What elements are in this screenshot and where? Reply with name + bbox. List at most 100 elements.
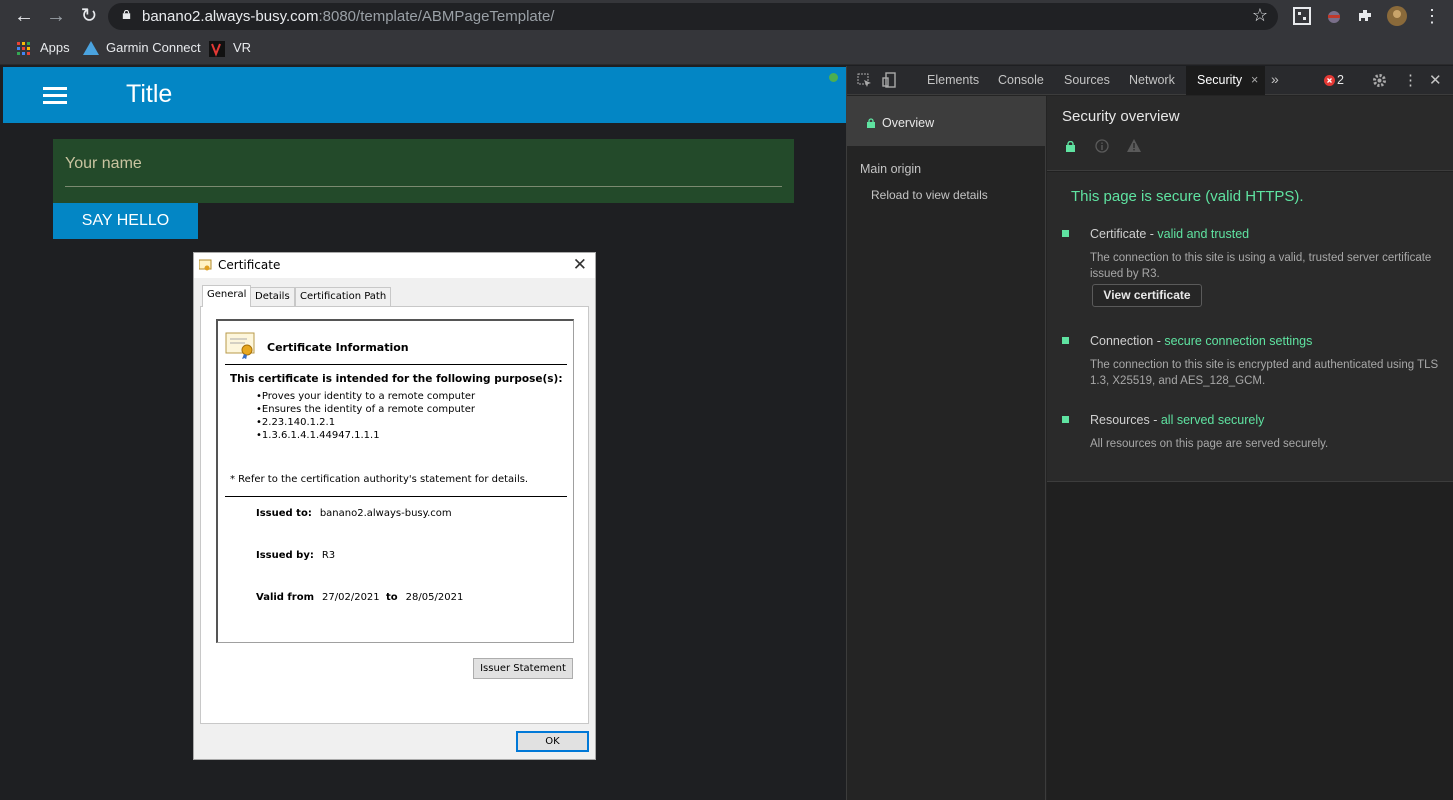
list-item: 1.3.6.1.4.1.44947.1.1.1 — [256, 429, 475, 442]
sidebar-item-label: Overview — [882, 116, 935, 130]
devtools-tabbar: Elements Console Sources Network Securit… — [847, 66, 1453, 95]
tab-details[interactable]: Details — [250, 287, 295, 306]
close-tab-icon[interactable]: × — [1251, 73, 1258, 87]
extensions-puzzle-icon[interactable] — [1355, 6, 1375, 26]
tab-sources[interactable]: Sources — [1064, 73, 1110, 87]
connection-status: Connection - secure connection settings — [1090, 334, 1312, 348]
tab-elements[interactable]: Elements — [927, 73, 979, 87]
settings-gear-icon[interactable] — [1372, 73, 1387, 88]
security-overview-header: Security overview — [1047, 96, 1453, 171]
tab-console[interactable]: Console — [998, 73, 1044, 87]
connection-description: The connection to this site is encrypted… — [1090, 359, 1439, 387]
valid-to-value: 28/05/2021 — [405, 592, 464, 603]
more-tabs-icon[interactable]: » — [1271, 71, 1279, 87]
qr-extension-icon[interactable] — [1292, 6, 1312, 26]
dialog-title: Certificate — [218, 258, 281, 272]
bookmark-star-icon[interactable]: ☆ — [1252, 5, 1268, 26]
say-hello-button[interactable]: SAY HELLO — [53, 203, 198, 239]
main-origin-heading: Main origin — [860, 162, 922, 176]
divider — [225, 496, 567, 497]
view-certificate-button[interactable]: View certificate — [1092, 284, 1202, 307]
url-text: banano2.always-busy.com:8080/template/AB… — [142, 8, 555, 25]
devtools-menu-icon[interactable]: ⋮ — [1403, 71, 1418, 89]
purpose-list: Proves your identity to a remote compute… — [256, 390, 475, 442]
devtools-panel: Elements Console Sources Network Securit… — [846, 66, 1453, 800]
device-toolbar-icon[interactable] — [882, 72, 897, 88]
bookmarks-bar: Apps Garmin Connect VR — [0, 33, 1453, 65]
error-icon[interactable] — [1324, 75, 1335, 86]
name-input[interactable]: Your name — [53, 139, 794, 203]
app-bar: Title — [3, 67, 846, 123]
profile-avatar-icon[interactable] — [1387, 6, 1407, 26]
reload-icon[interactable]: ↻ — [77, 5, 101, 29]
purpose-title: This certificate is intended for the fol… — [230, 373, 563, 385]
menu-kebab-icon[interactable]: ⋮ — [1420, 5, 1444, 29]
connection-label: Connection - — [1090, 334, 1165, 348]
certificate-dialog: Certificate ✕ General Details Certificat… — [193, 252, 596, 760]
status-square-icon — [1062, 230, 1069, 237]
close-devtools-icon[interactable]: ✕ — [1429, 71, 1442, 89]
tab-security[interactable]: Security × — [1186, 66, 1265, 95]
dialog-titlebar: Certificate ✕ — [194, 253, 595, 278]
browser-toolbar: ← → ↻ banano2.always-busy.com:8080/templ… — [0, 0, 1453, 33]
resources-status: Resources - all served securely — [1090, 413, 1264, 427]
list-item: Proves your identity to a remote compute… — [256, 390, 475, 403]
certificate-info-box: Certificate Information This certificate… — [216, 319, 574, 643]
status-square-icon — [1062, 416, 1069, 423]
bookmark-vr[interactable]: VR — [233, 40, 251, 55]
certificate-icon — [225, 332, 255, 359]
garmin-triangle-icon — [83, 41, 99, 55]
reload-details-item[interactable]: Reload to view details — [871, 188, 988, 202]
issued-to-label: Issued to: — [256, 508, 312, 519]
spy-extension-icon[interactable] — [1324, 6, 1344, 26]
certificate-description: The connection to this site is using a v… — [1090, 252, 1432, 280]
lock-icon[interactable] — [122, 10, 131, 19]
apps-grid-icon — [17, 42, 30, 55]
security-overview-title: Security overview — [1062, 108, 1180, 125]
close-icon[interactable]: ✕ — [573, 255, 587, 275]
list-item: Ensures the identity of a remote compute… — [256, 403, 475, 416]
divider — [225, 364, 567, 365]
hamburger-menu-icon[interactable] — [43, 87, 67, 105]
security-summary: This page is secure (valid HTTPS). — [1071, 188, 1304, 205]
bookmark-garmin[interactable]: Garmin Connect — [106, 40, 201, 55]
valid-from-label: Valid from — [256, 592, 315, 603]
tab-security-label: Security — [1197, 73, 1243, 87]
forward-icon[interactable]: → — [44, 5, 68, 29]
valid-to-label: to — [386, 592, 398, 603]
general-panel: Certificate Information This certificate… — [200, 306, 589, 724]
resources-status-value: all served securely — [1160, 413, 1265, 427]
issued-by-value: R3 — [321, 550, 336, 561]
list-item: 2.23.140.1.2.1 — [256, 416, 475, 429]
certificate-status-value: valid and trusted — [1157, 227, 1250, 241]
warning-icon — [1127, 139, 1141, 152]
resources-description: All resources on this page are served se… — [1090, 438, 1329, 450]
certificate-small-icon — [199, 259, 212, 271]
sidebar-item-overview[interactable]: Overview — [847, 96, 1046, 146]
status-dot — [829, 73, 838, 82]
security-sidebar: Overview Main origin Reload to view deta… — [847, 96, 1046, 800]
app-title: Title — [126, 80, 173, 108]
status-square-icon — [1062, 337, 1069, 344]
tab-certification-path[interactable]: Certification Path — [295, 287, 392, 306]
resources-label: Resources - — [1090, 413, 1161, 427]
issued-to-row: Issued to: banano2.always-busy.com — [256, 508, 452, 519]
error-count: 2 — [1337, 73, 1344, 87]
ok-button[interactable]: OK — [516, 731, 589, 752]
secure-lock-icon — [1066, 141, 1075, 152]
bookmark-apps[interactable]: Apps — [40, 40, 70, 55]
info-icon — [1095, 139, 1109, 153]
tab-network[interactable]: Network — [1129, 73, 1175, 87]
issued-by-label: Issued by: — [256, 550, 314, 561]
security-main: Security overview This page is secure (v… — [1047, 96, 1453, 800]
refer-note: * Refer to the certification authority's… — [230, 474, 529, 485]
name-input-placeholder: Your name — [65, 155, 142, 172]
tab-general[interactable]: General — [202, 285, 252, 307]
address-bar[interactable]: banano2.always-busy.com:8080/template/AB… — [108, 3, 1278, 30]
issuer-statement-button[interactable]: Issuer Statement — [473, 658, 573, 679]
back-icon[interactable]: ← — [12, 5, 36, 29]
issued-by-row: Issued by: R3 — [256, 550, 335, 561]
security-details: This page is secure (valid HTTPS). Certi… — [1047, 172, 1453, 482]
validity-row: Valid from 27/02/2021 to 28/05/2021 — [256, 592, 463, 603]
inspect-element-icon[interactable] — [857, 73, 872, 88]
